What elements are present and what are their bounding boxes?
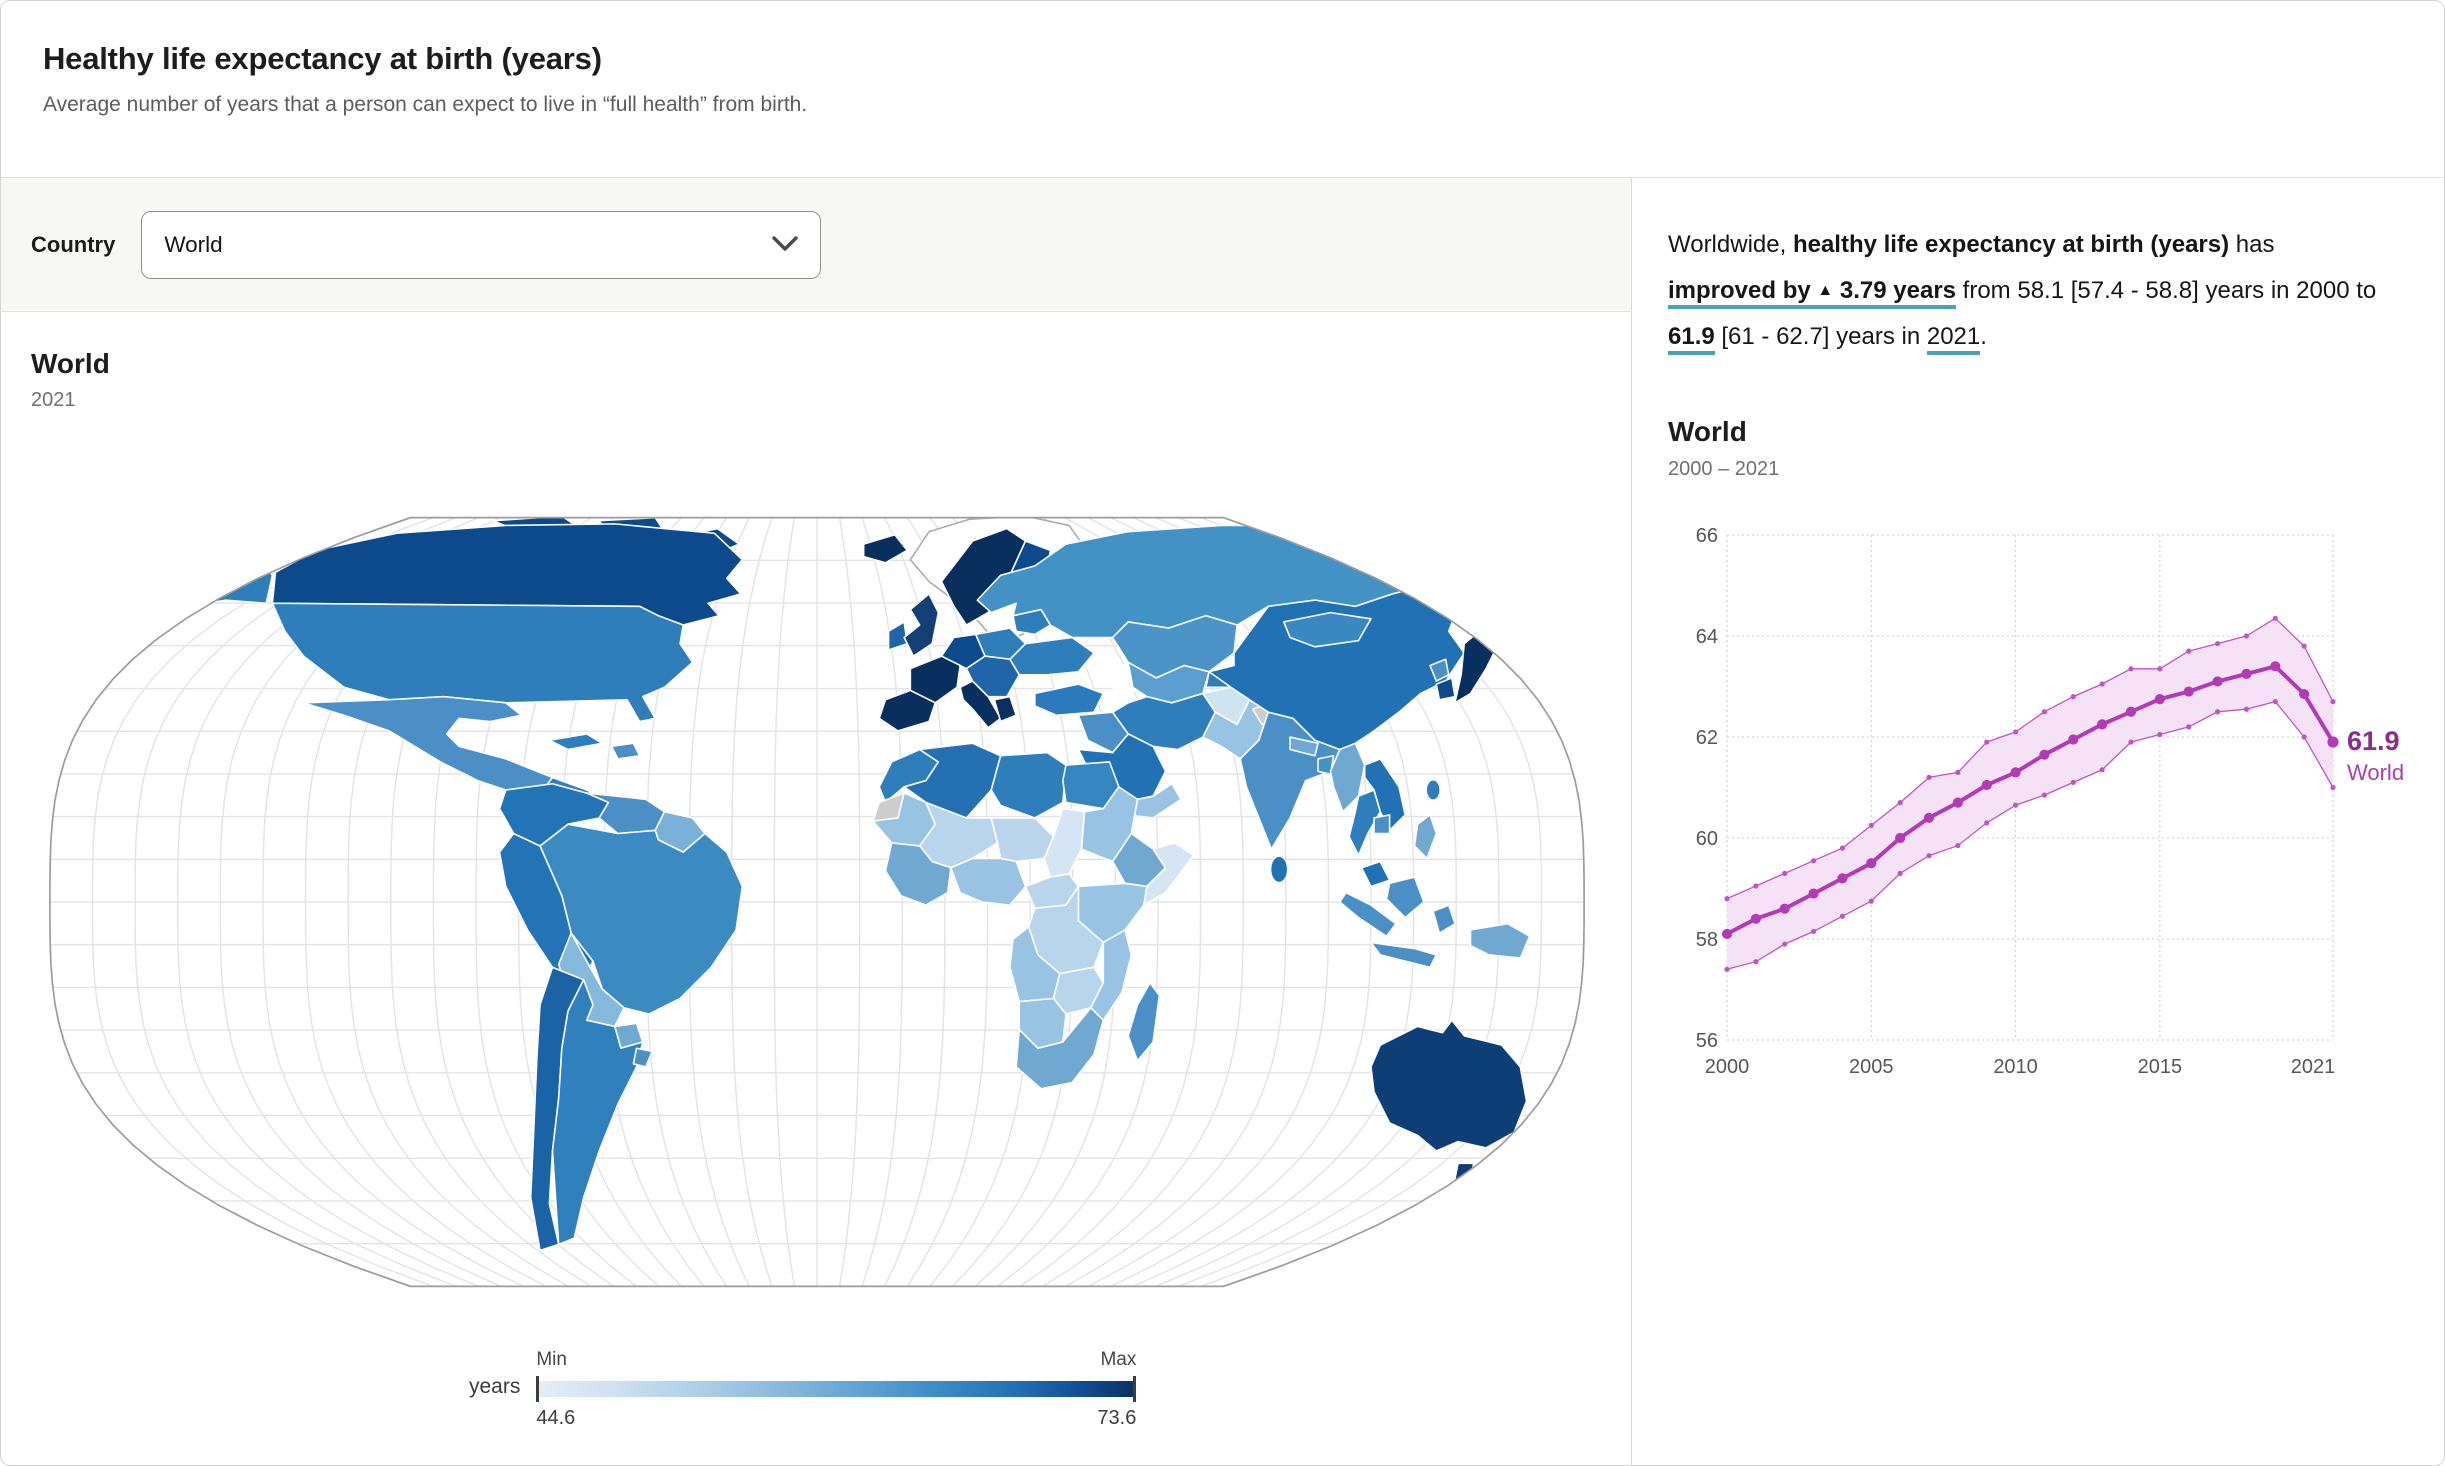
country-niger: [990, 817, 1055, 863]
country-iceland: [862, 534, 909, 564]
legend-min-value: 44.6: [536, 1407, 576, 1429]
summary-metric: healthy life expectancy at birth (years): [1792, 231, 2230, 258]
summary-text: Worldwide, healthy life expectancy at bi…: [1668, 222, 2380, 360]
page-title: Healthy life expectancy at birth (years): [43, 41, 602, 76]
legend-right-tick: [1133, 1376, 1137, 1402]
svg-text:66: 66: [1696, 525, 1718, 547]
summary-verb: has: [2235, 231, 2275, 258]
latest-year-link[interactable]: 2021: [1926, 323, 1981, 355]
country-alaska: [131, 552, 274, 608]
page-subtitle: Average number of years that a person ca…: [43, 93, 808, 116]
legend-gradient-bar[interactable]: [539, 1381, 1134, 1397]
legend-max-label: Max: [1100, 1349, 1137, 1370]
map-title: World: [31, 348, 110, 379]
country-select-value: World: [164, 231, 223, 257]
latest-value-link[interactable]: 61.9: [1668, 323, 1715, 355]
country-select[interactable]: World: [141, 210, 822, 279]
svg-text:64: 64: [1696, 626, 1718, 648]
country-philippines: [1413, 814, 1438, 860]
legend-max-value: 73.6: [1097, 1407, 1137, 1429]
svg-text:61.9: 61.9: [2347, 726, 2400, 756]
country-nigeria: [950, 857, 1027, 906]
svg-text:58: 58: [1696, 929, 1718, 951]
country-malaysia: [1360, 860, 1391, 888]
dashboard-card: Healthy life expectancy at birth (years)…: [0, 0, 2445, 1466]
change-highlight[interactable]: improved by ▲ 3.79 years: [1668, 277, 1956, 309]
country-madagascar: [1127, 982, 1161, 1062]
svg-text:2021: 2021: [2291, 1056, 2336, 1078]
world-choropleth-map[interactable]: [39, 507, 1595, 1297]
country-hispaniola: [610, 742, 641, 760]
svg-text:World: World: [2347, 760, 2404, 785]
country-taiwan: [1426, 780, 1440, 800]
page-header: Healthy life expectancy at birth (years)…: [1, 1, 2444, 178]
svg-text:56: 56: [1696, 1030, 1718, 1052]
country-cambodia: [1373, 814, 1391, 835]
detail-panel: Worldwide, healthy life expectancy at bi…: [1632, 178, 2444, 1465]
map-column: Country World World 2021 years Min Max 4…: [1, 178, 1632, 1465]
legend-min-label: Min: [536, 1349, 567, 1370]
svg-text:2005: 2005: [1849, 1056, 1894, 1078]
svg-text:62: 62: [1696, 727, 1718, 749]
country-new-zealand: [1510, 1165, 1537, 1196]
country-uruguay: [632, 1047, 653, 1068]
country-borneo: [1385, 876, 1425, 919]
trend-chart-subtitle: 2000 – 2021: [1668, 458, 1780, 480]
svg-text:60: 60: [1696, 828, 1718, 850]
country-sulawesi: [1432, 904, 1456, 934]
map-legend: years Min Max 44.6 73.6: [469, 1349, 1631, 1430]
svg-text:2010: 2010: [1993, 1056, 2038, 1078]
country-label: Country: [31, 231, 116, 257]
svg-text:2015: 2015: [2138, 1056, 2183, 1078]
country-sri-lanka: [1271, 856, 1287, 882]
country-new-guinea: [1469, 923, 1531, 959]
country-controls-bar: Country World: [1, 178, 1631, 312]
svg-text:2000: 2000: [1705, 1056, 1750, 1078]
country-libya: [990, 751, 1067, 819]
map-year: 2021: [31, 389, 76, 411]
country-chad: [1043, 807, 1086, 878]
summary-from: from 58.1 [57.4 - 58.8] years in 2000 to: [1962, 277, 2377, 304]
country-new-zealand-south: [1482, 1193, 1515, 1224]
map-section: World 2021 years Min Max 44.6 73.6: [1, 312, 1631, 1465]
summary-prefix: Worldwide,: [1668, 231, 1787, 258]
up-arrow-icon: ▲: [1817, 282, 1834, 299]
trend-line-chart[interactable]: 56 58 60 62 64 66 2000 2005 2010 2015 2021 61.9 Worl…: [1668, 505, 2424, 1085]
body: Country World World 2021 years Min Max 4…: [1, 178, 2444, 1465]
country-cuba: [548, 733, 604, 751]
summary-range: [61 - 62.7] years in: [1721, 323, 1921, 350]
chevron-down-icon: [772, 232, 799, 258]
country-mexico: [302, 695, 554, 804]
trend-chart-title: World: [1668, 416, 1747, 447]
legend-unit-label: years: [469, 1375, 521, 1398]
country-australia: [1370, 1019, 1528, 1152]
country-java: [1370, 941, 1438, 969]
